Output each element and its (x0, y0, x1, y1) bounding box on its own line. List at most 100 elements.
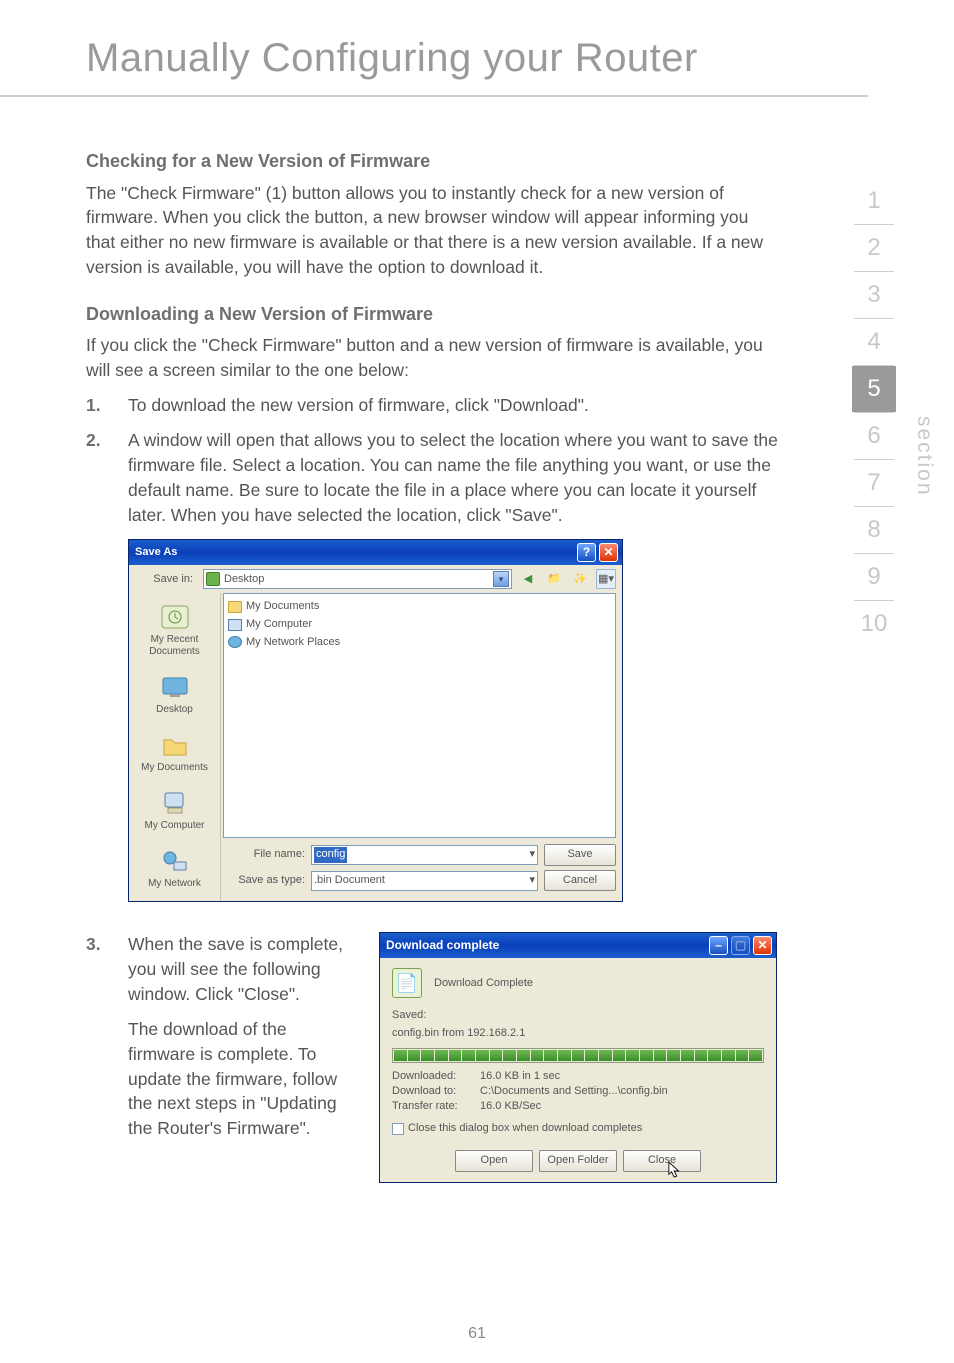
step-3-followup-text: The download of the firmware is complete… (128, 1017, 351, 1141)
folder-icon (228, 601, 242, 613)
save-button[interactable]: Save (544, 844, 616, 866)
computer-icon (228, 619, 242, 631)
place-desktop-label: Desktop (156, 704, 193, 715)
page-number: 61 (0, 1325, 954, 1343)
downloaded-k: Downloaded: (392, 1069, 480, 1084)
close-checkbox-label: Close this dialog box when download comp… (408, 1121, 642, 1137)
place-mynet-label: My Network (148, 878, 201, 889)
dl-body: 📄 Download Complete Saved: config.bin fr… (380, 958, 776, 1182)
place-recent-label: My Recent Documents (149, 634, 200, 657)
open-button[interactable]: Open (455, 1150, 533, 1172)
nav-2[interactable]: 2 (852, 225, 896, 271)
file-mydocuments[interactable]: My Documents (228, 598, 611, 616)
place-mynet[interactable]: My Network (131, 841, 218, 897)
checkbox-icon[interactable] (392, 1123, 404, 1135)
type-select[interactable]: .bin Document ▾ (311, 871, 538, 891)
step-3-text: When the save is complete, you will see … (128, 932, 351, 1007)
dl-title: Download complete (384, 937, 706, 954)
place-desktop[interactable]: Desktop (131, 667, 218, 723)
chevron-down-icon[interactable]: ▾ (529, 873, 535, 889)
close-when-done[interactable]: Close this dialog box when download comp… (392, 1121, 764, 1137)
place-recent[interactable]: My Recent Documents (131, 597, 218, 665)
type-label: Save as type: (227, 873, 305, 889)
nav-7[interactable]: 7 (852, 460, 896, 506)
mydocs-icon (157, 730, 193, 760)
chevron-down-icon[interactable]: ▾ (529, 847, 535, 863)
mycomp-icon (157, 788, 193, 818)
download-complete-icon: 📄 (392, 968, 422, 998)
up-folder-icon[interactable]: 📁 (544, 569, 564, 589)
dl-saved-from: config.bin from 192.168.2.1 (392, 1026, 764, 1042)
new-folder-icon[interactable]: ✨ (570, 569, 590, 589)
save-as-body: My Recent Documents Desktop My Documents… (129, 593, 622, 901)
network-icon (228, 636, 242, 648)
step-3-columns: 3. When the save is complete, you will s… (86, 932, 779, 1183)
content-body: Checking for a New Version of Firmware T… (0, 97, 954, 1183)
downloadto-v: C:\Documents and Setting...\config.bin (480, 1084, 668, 1099)
step-3: 3. When the save is complete, you will s… (86, 932, 351, 1007)
download-complete-dialog: Download complete – ▢ ✕ 📄 Download Compl… (379, 932, 777, 1183)
page-title: Manually Configuring your Router (86, 36, 868, 81)
page-header: Manually Configuring your Router (0, 0, 868, 97)
step-1-text: To download the new version of firmware,… (128, 393, 779, 418)
download-heading: Downloading a New Version of Firmware (86, 302, 779, 328)
step-3-followup: The download of the firmware is complete… (86, 1017, 351, 1141)
nav-1[interactable]: 1 (852, 178, 896, 224)
views-icon[interactable]: ▦▾ (596, 569, 616, 589)
step-1-num: 1. (86, 393, 128, 418)
file-mynetplaces[interactable]: My Network Places (228, 634, 611, 652)
back-icon[interactable]: ◀ (518, 569, 538, 589)
dl-saved-label: Saved: (392, 1008, 764, 1024)
dl-buttons: Open Open Folder Close (392, 1150, 764, 1172)
desktop-place-icon (157, 672, 193, 702)
save-as-title: Save As (133, 545, 574, 561)
nav-4[interactable]: 4 (852, 319, 896, 365)
file-list[interactable]: My Documents My Computer My Network Plac… (223, 593, 616, 838)
file-mycomputer[interactable]: My Computer (228, 616, 611, 634)
place-mycomp[interactable]: My Computer (131, 783, 218, 839)
place-mycomp-label: My Computer (144, 820, 204, 831)
close-icon[interactable]: ✕ (599, 543, 618, 562)
downloadto-k: Download to: (392, 1084, 480, 1099)
nav-3[interactable]: 3 (852, 272, 896, 318)
close-button[interactable]: Close (623, 1150, 701, 1172)
chevron-down-icon[interactable]: ▾ (493, 571, 509, 587)
filename-label: File name: (227, 847, 305, 863)
save-as-titlebar[interactable]: Save As ? ✕ (129, 540, 622, 565)
nav-9[interactable]: 9 (852, 554, 896, 600)
step-2-num: 2. (86, 428, 128, 527)
minimize-icon[interactable]: – (709, 936, 728, 955)
cancel-button[interactable]: Cancel (544, 870, 616, 892)
step-1: 1. To download the new version of firmwa… (86, 393, 779, 418)
check-heading: Checking for a New Version of Firmware (86, 149, 779, 175)
nav-6[interactable]: 6 (852, 413, 896, 459)
downloaded-v: 16.0 KB in 1 sec (480, 1069, 560, 1084)
place-mydocs[interactable]: My Documents (131, 725, 218, 781)
save-in-select[interactable]: Desktop ▾ (203, 569, 512, 589)
open-folder-button[interactable]: Open Folder (539, 1150, 617, 1172)
step-2: 2. A window will open that allows you to… (86, 428, 779, 527)
check-body: The "Check Firmware" (1) button allows y… (86, 181, 779, 280)
filename-input[interactable]: config ▾ (311, 845, 538, 865)
save-in-value: Desktop (224, 572, 264, 588)
rate-k: Transfer rate: (392, 1099, 480, 1114)
recent-docs-icon (157, 602, 193, 632)
progress-bar (392, 1048, 764, 1063)
save-in-label: Save in: (135, 572, 197, 588)
save-as-dialog: Save As ? ✕ Save in: Desktop ▾ ◀ 📁 ✨ ▦▾ (128, 539, 623, 902)
maximize-icon: ▢ (731, 936, 750, 955)
toolbar-icons: ◀ 📁 ✨ ▦▾ (518, 569, 616, 589)
help-icon[interactable]: ? (577, 543, 596, 562)
place-mydocs-label: My Documents (141, 762, 208, 773)
close-icon[interactable]: ✕ (753, 936, 772, 955)
dl-main-label: Download Complete (434, 976, 533, 992)
nav-5[interactable]: 5 (852, 366, 896, 412)
desktop-icon (206, 572, 220, 586)
nav-8[interactable]: 8 (852, 507, 896, 553)
mynet-icon (157, 846, 193, 876)
step-3-num: 3. (86, 932, 128, 1007)
filename-value: config (314, 847, 347, 863)
dl-titlebar[interactable]: Download complete – ▢ ✕ (380, 933, 776, 958)
section-nav: 1 2 3 4 5 6 7 8 9 10 (852, 178, 896, 647)
nav-10[interactable]: 10 (852, 601, 896, 647)
